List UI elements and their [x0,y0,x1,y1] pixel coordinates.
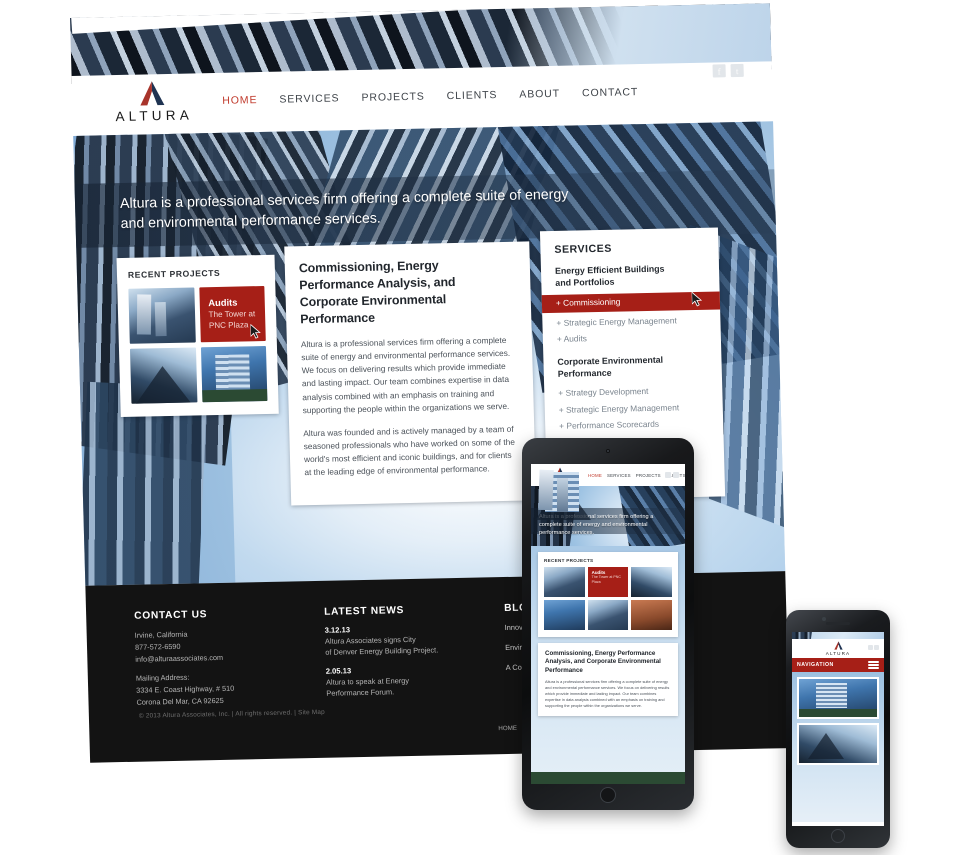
nav-item-projects[interactable]: PROJECTS [361,91,425,104]
news-body-1-line1: Altura Associates signs City [324,634,416,646]
main-heading: Commissioning, Energy Performance Analys… [298,258,456,326]
services-group-1-title: Energy Efficient Buildings and Portfolio… [555,262,706,289]
featured-project-heading: Audits [208,296,238,309]
project-tile-photo-1[interactable] [128,287,196,344]
tablet-recent-projects-panel: RECENT PROJECTS Audits The Tower at PNC … [538,552,678,637]
phone-navigation-label: NAVIGATION [797,662,834,668]
tablet-screen: ALTURA HOME SERVICES PROJECTS CLIENTS AB… [531,464,685,784]
nav-item-contact[interactable]: CONTACT [582,86,639,99]
tablet-main-paragraph: Altura is a professional services firm o… [545,679,670,708]
main-paragraph-2: Altura was founded and is actively manag… [303,423,515,477]
services-group-1-line2: and Portfolios [555,276,615,289]
news-item[interactable]: 2.05.13 Altura to speak at Energy Perfor… [326,663,507,699]
tablet-main-heading: Commissioning, Energy Performance Analys… [545,650,661,674]
nav-item-clients[interactable]: CLIENTS [447,89,498,102]
phone-logo-wordmark: ALTURA [825,651,851,656]
hero-headline: Altura is a professional services firm o… [119,186,569,233]
logo[interactable]: ALTURA [104,79,201,124]
tablet-project-tile-6[interactable] [631,600,672,630]
tablet-project-tile-4[interactable] [544,600,585,630]
phone-body [792,672,884,822]
nav-item-about[interactable]: ABOUT [519,88,560,101]
phone-project-image-2[interactable] [797,723,879,765]
mockup-showcase: ALTURA HOME SERVICES PROJECTS CLIENTS AB… [0,0,955,855]
tablet-facebook-icon[interactable] [665,472,671,478]
services-title: SERVICES [554,242,612,256]
tablet-camera-icon [606,449,610,453]
project-tile-photo-2[interactable] [129,347,197,404]
recent-projects-panel: RECENT PROJECTS Audits The Tower at PNC … [116,254,279,418]
phone-speaker-icon [826,622,850,625]
featured-project-subtitle-line2: PNC Plaza [208,319,249,330]
phone-facebook-icon[interactable] [867,645,873,650]
phone-home-button[interactable] [831,829,845,843]
tablet-main-content-panel: Commissioning, Energy Performance Analys… [538,643,678,717]
tablet-project-tile-featured[interactable]: Audits The Tower at PNC Plaza [587,567,629,597]
phone-project-image-1[interactable] [797,677,879,719]
tablet-nav-services[interactable]: SERVICES [607,473,631,478]
tablet-nav-projects[interactable]: PROJECTS [636,473,661,478]
nav-item-home[interactable]: HOME [222,94,257,107]
main-content-panel: Commissioning, Energy Performance Analys… [284,241,537,506]
services-group-2-line1: Corporate Environmental [557,354,664,367]
tablet-twitter-icon[interactable] [673,472,679,478]
service-item-audits[interactable]: + Audits [557,329,707,348]
tablet-project-tile-5[interactable] [587,600,629,630]
service-item-strategic-energy-management-1[interactable]: + Strategic Energy Management [556,313,706,332]
footer-news-title: LATEST NEWS [324,605,405,618]
phone-navigation-bar[interactable]: NAVIGATION [792,658,884,672]
news-body-1-line2: of Denver Energy Building Project. [325,645,439,657]
news-body-2-line2: Performance Forum. [326,687,395,699]
twitter-icon[interactable]: t [730,63,744,78]
featured-project-subtitle-line1: The Tower at [208,309,256,320]
services-group-2-line2: Performance [557,367,612,380]
news-body-1: Altura Associates signs City of Denver E… [325,632,506,658]
phone-social-links [867,645,879,650]
service-item-performance-scorecards[interactable]: + Performance Scorecards [559,416,709,435]
altura-logo-icon [137,80,168,107]
recent-projects-title: RECENT PROJECTS [127,267,221,280]
phone-screen: ALTURA NAVIGATION [792,632,884,826]
social-links: f t [712,63,744,78]
phone-hero-strip: ALTURA [792,632,884,658]
phone-twitter-icon[interactable] [874,645,879,650]
tablet-project-tile-1[interactable] [544,567,585,597]
service-item-commissioning[interactable]: + Commissioning [541,291,721,314]
tablet-body: RECENT PROJECTS Audits The Tower at PNC … [531,546,685,784]
phone-mockup: ALTURA NAVIGATION [786,610,890,848]
news-body-2-line1: Altura to speak at Energy [325,676,410,687]
tablet-recent-projects-title: RECENT PROJECTS [544,558,594,563]
footer-contact-column: CONTACT US Irvine, California 877-572-65… [134,607,327,712]
nav-item-services[interactable]: SERVICES [279,92,339,105]
footer-news-column: LATEST NEWS 3.12.13 Altura Associates si… [324,603,507,708]
service-item-strategy-development[interactable]: + Strategy Development [558,383,708,402]
facebook-icon[interactable]: f [712,64,726,78]
logo-wordmark: ALTURA [115,107,194,125]
tablet-mockup: ALTURA HOME SERVICES PROJECTS CLIENTS AB… [522,438,694,810]
news-item[interactable]: 3.12.13 Altura Associates signs City of … [325,622,506,658]
tablet-social-links [665,472,679,478]
tablet-nav-home[interactable]: HOME [588,473,602,478]
phone-logo[interactable]: ALTURA [819,641,857,656]
tablet-project-grid: Audits The Tower at PNC Plaza [544,567,672,630]
project-tile-photo-3[interactable] [200,345,268,403]
hamburger-menu-icon[interactable] [868,661,879,669]
services-group-1-line1: Energy Efficient Buildings [554,263,665,276]
news-body-2: Altura to speak at Energy Performance Fo… [326,673,507,699]
phone-camera-icon [822,617,826,621]
tablet-home-button[interactable] [600,787,616,803]
service-item-strategic-energy-management-2[interactable]: + Strategic Energy Management [559,400,709,419]
desktop-primary-nav: HOME SERVICES PROJECTS CLIENTS ABOUT CON… [222,86,638,107]
phone-header: ALTURA [792,639,884,658]
services-group-2-title: Corporate Environmental Performance [557,353,708,380]
tablet-featured-subtitle: The Tower at PNC Plaza [591,575,621,584]
project-tiles-grid: Audits The Tower at PNC Plaza [128,285,268,404]
tablet-project-tile-3[interactable] [631,567,672,597]
main-paragraph-1: Altura is a professional services firm o… [300,335,511,415]
project-tile-featured-audits[interactable]: Audits The Tower at PNC Plaza [198,285,266,343]
